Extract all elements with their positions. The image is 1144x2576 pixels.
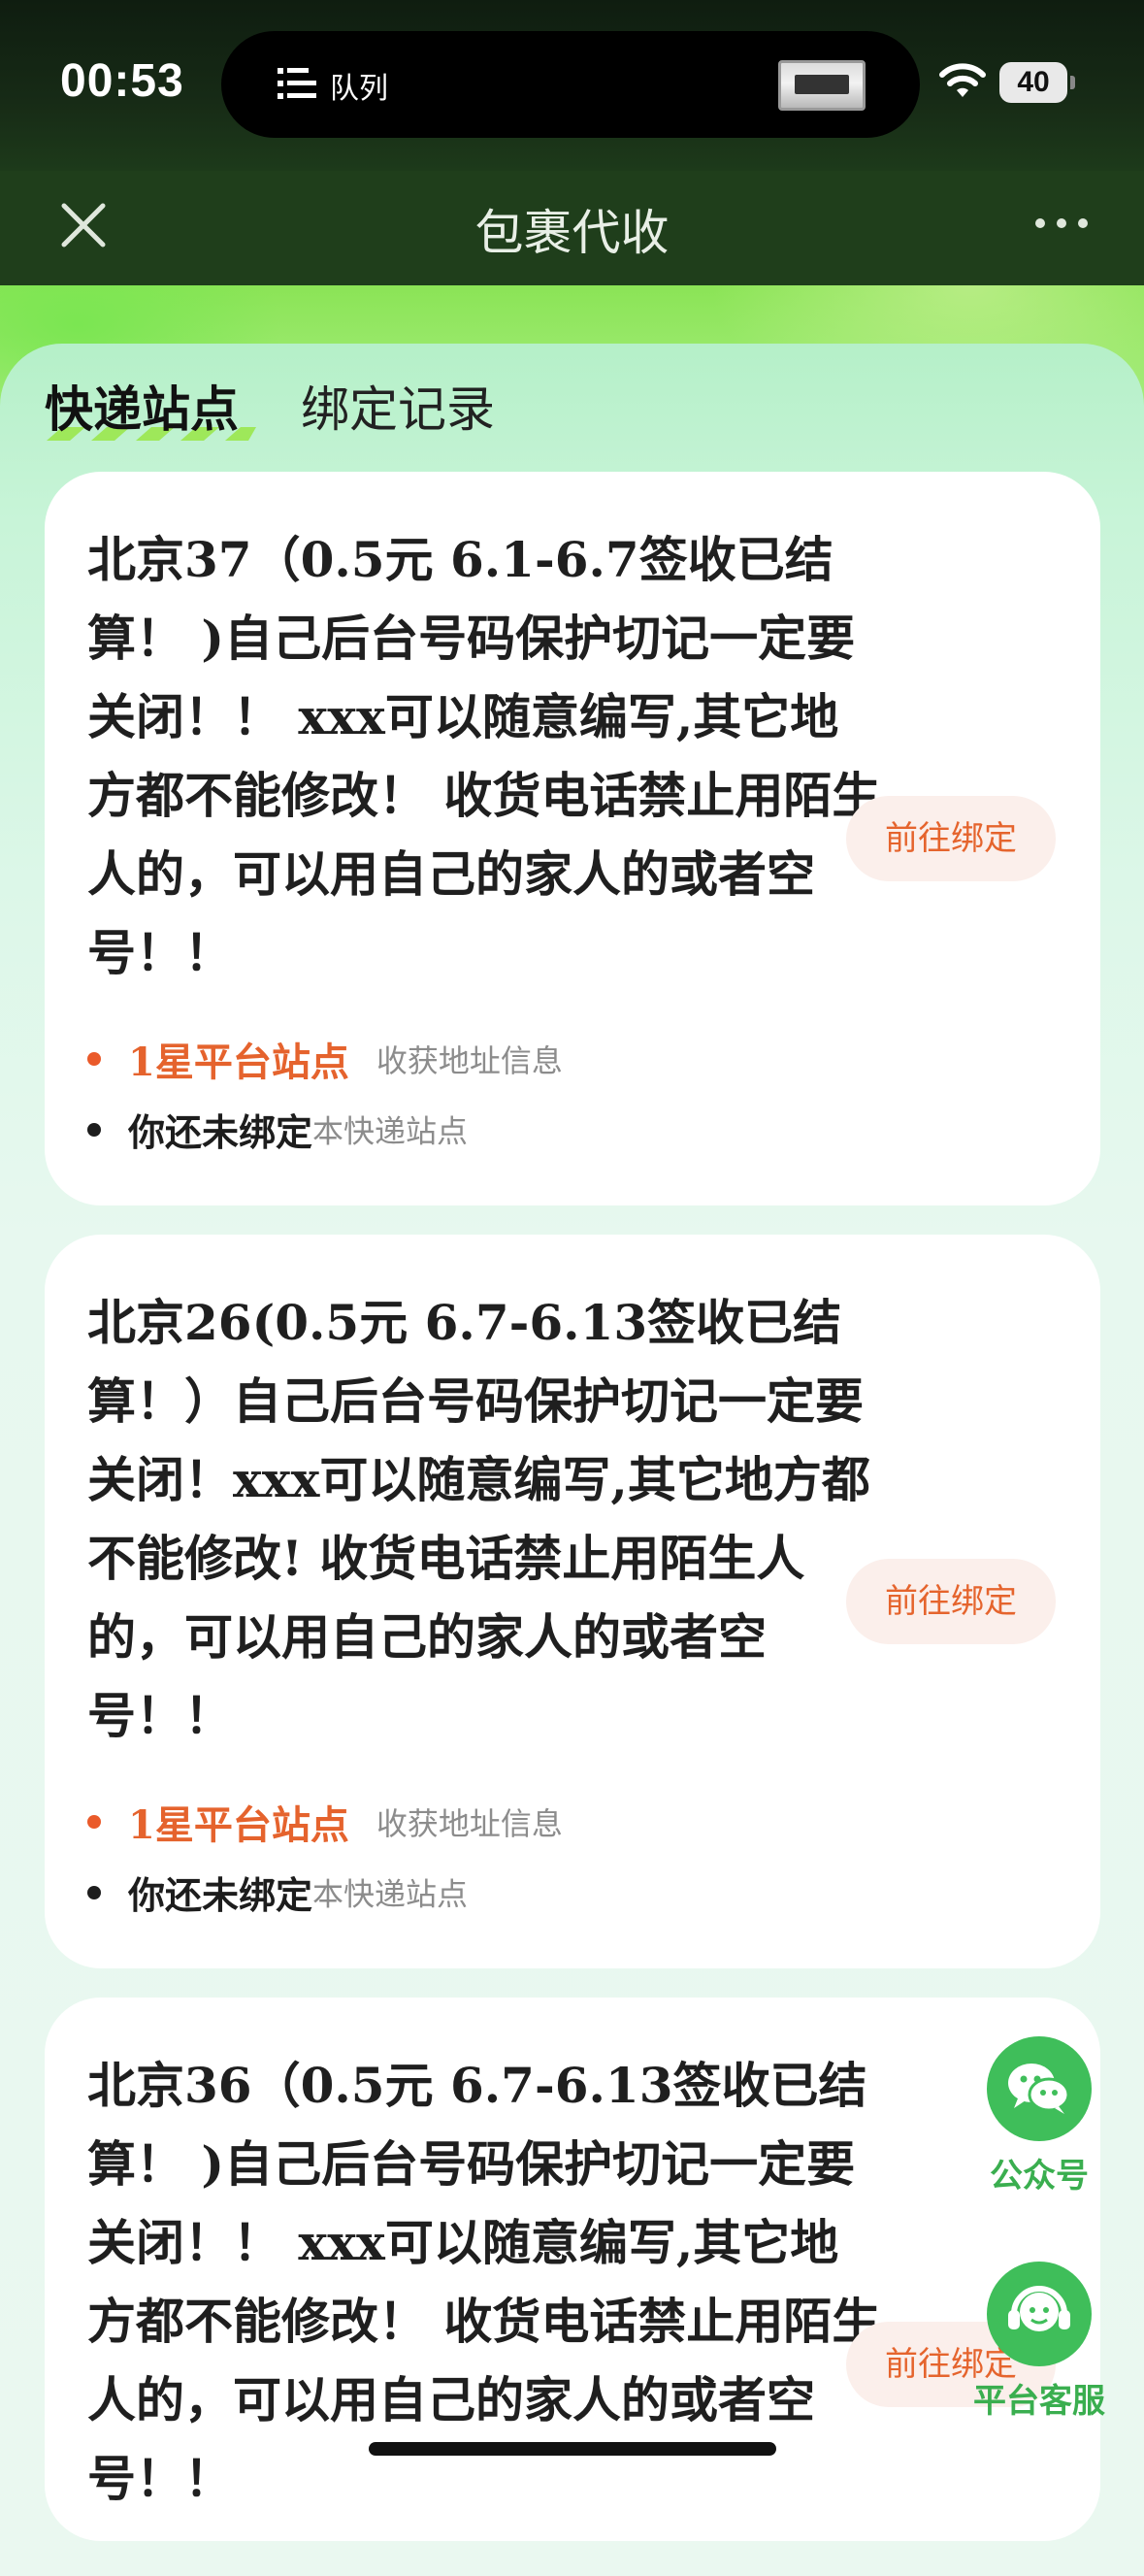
page-title: 包裹代收 xyxy=(474,205,670,261)
tab-express-stations[interactable]: 快递站点 xyxy=(45,371,239,441)
address-info-link[interactable]: 收获地址信息 xyxy=(376,1805,563,1842)
more-icon[interactable] xyxy=(1032,214,1091,233)
official-account-label: 公众号 xyxy=(990,2157,1089,2196)
status-bar: 00:53 队列 40 xyxy=(0,0,1144,171)
unbound-status-suffix: 本快递站点 xyxy=(312,1875,469,1913)
battery-indicator: 40 xyxy=(999,62,1075,103)
official-account-button[interactable]: 公众号 xyxy=(966,2036,1112,2196)
binding-status-row: 你还未绑定本快递站点 xyxy=(87,1866,468,1919)
dynamic-island[interactable]: 队列 xyxy=(221,31,920,138)
unbound-status: 你还未绑定 xyxy=(128,1111,313,1154)
media-artwork xyxy=(778,60,866,111)
station-title: 北京37（0.5元 6.1-6.7签收已结算！ )自己后台号码保护切记一定要关闭… xyxy=(87,531,881,981)
station-level-row: 1星平台站点 收获地址信息 xyxy=(87,1794,563,1850)
bullet-icon xyxy=(87,1815,101,1829)
status-time: 00:53 xyxy=(60,55,184,107)
nav-bar: 包裹代收 xyxy=(0,171,1144,285)
go-bind-button[interactable]: 前往绑定 xyxy=(846,796,1056,881)
home-indicator[interactable] xyxy=(369,2442,776,2456)
wifi-icon xyxy=(939,63,986,97)
station-level-row: 1星平台站点 收获地址信息 xyxy=(87,1031,563,1087)
binding-status-row: 你还未绑定本快递站点 xyxy=(87,1103,468,1156)
station-card: 北京26(0.5元 6.7-6.13签收已结算！）自己后台号码保护切记一定要关闭… xyxy=(45,1235,1100,1968)
tab-binding-records[interactable]: 绑定记录 xyxy=(301,371,495,441)
station-card: 北京36（0.5元 6.7-6.13签收已结算！ )自己后台号码保护切记一定要关… xyxy=(45,1998,1100,2541)
customer-service-label: 平台客服 xyxy=(973,2382,1105,2421)
customer-service-button[interactable]: 平台客服 xyxy=(966,2262,1112,2422)
wechat-icon xyxy=(987,2036,1092,2141)
bullet-icon xyxy=(87,1052,101,1066)
queue-icon xyxy=(278,68,316,99)
unbound-status-suffix: 本快递站点 xyxy=(312,1112,469,1150)
address-info-link[interactable]: 收获地址信息 xyxy=(376,1042,563,1079)
station-title: 北京26(0.5元 6.7-6.13签收已结算！）自己后台号码保护切记一定要关闭… xyxy=(87,1294,870,1744)
station-card: 北京37（0.5元 6.1-6.7签收已结算！ )自己后台号码保护切记一定要关闭… xyxy=(45,472,1100,1205)
headset-icon xyxy=(987,2262,1092,2366)
bullet-icon xyxy=(87,1122,101,1137)
station-level: 1星平台站点 xyxy=(128,1802,349,1848)
station-level: 1星平台站点 xyxy=(128,1040,349,1085)
island-label: 队列 xyxy=(330,72,388,106)
go-bind-button[interactable]: 前往绑定 xyxy=(846,1559,1056,1644)
bullet-icon xyxy=(87,1885,101,1899)
unbound-status: 你还未绑定 xyxy=(128,1874,313,1917)
